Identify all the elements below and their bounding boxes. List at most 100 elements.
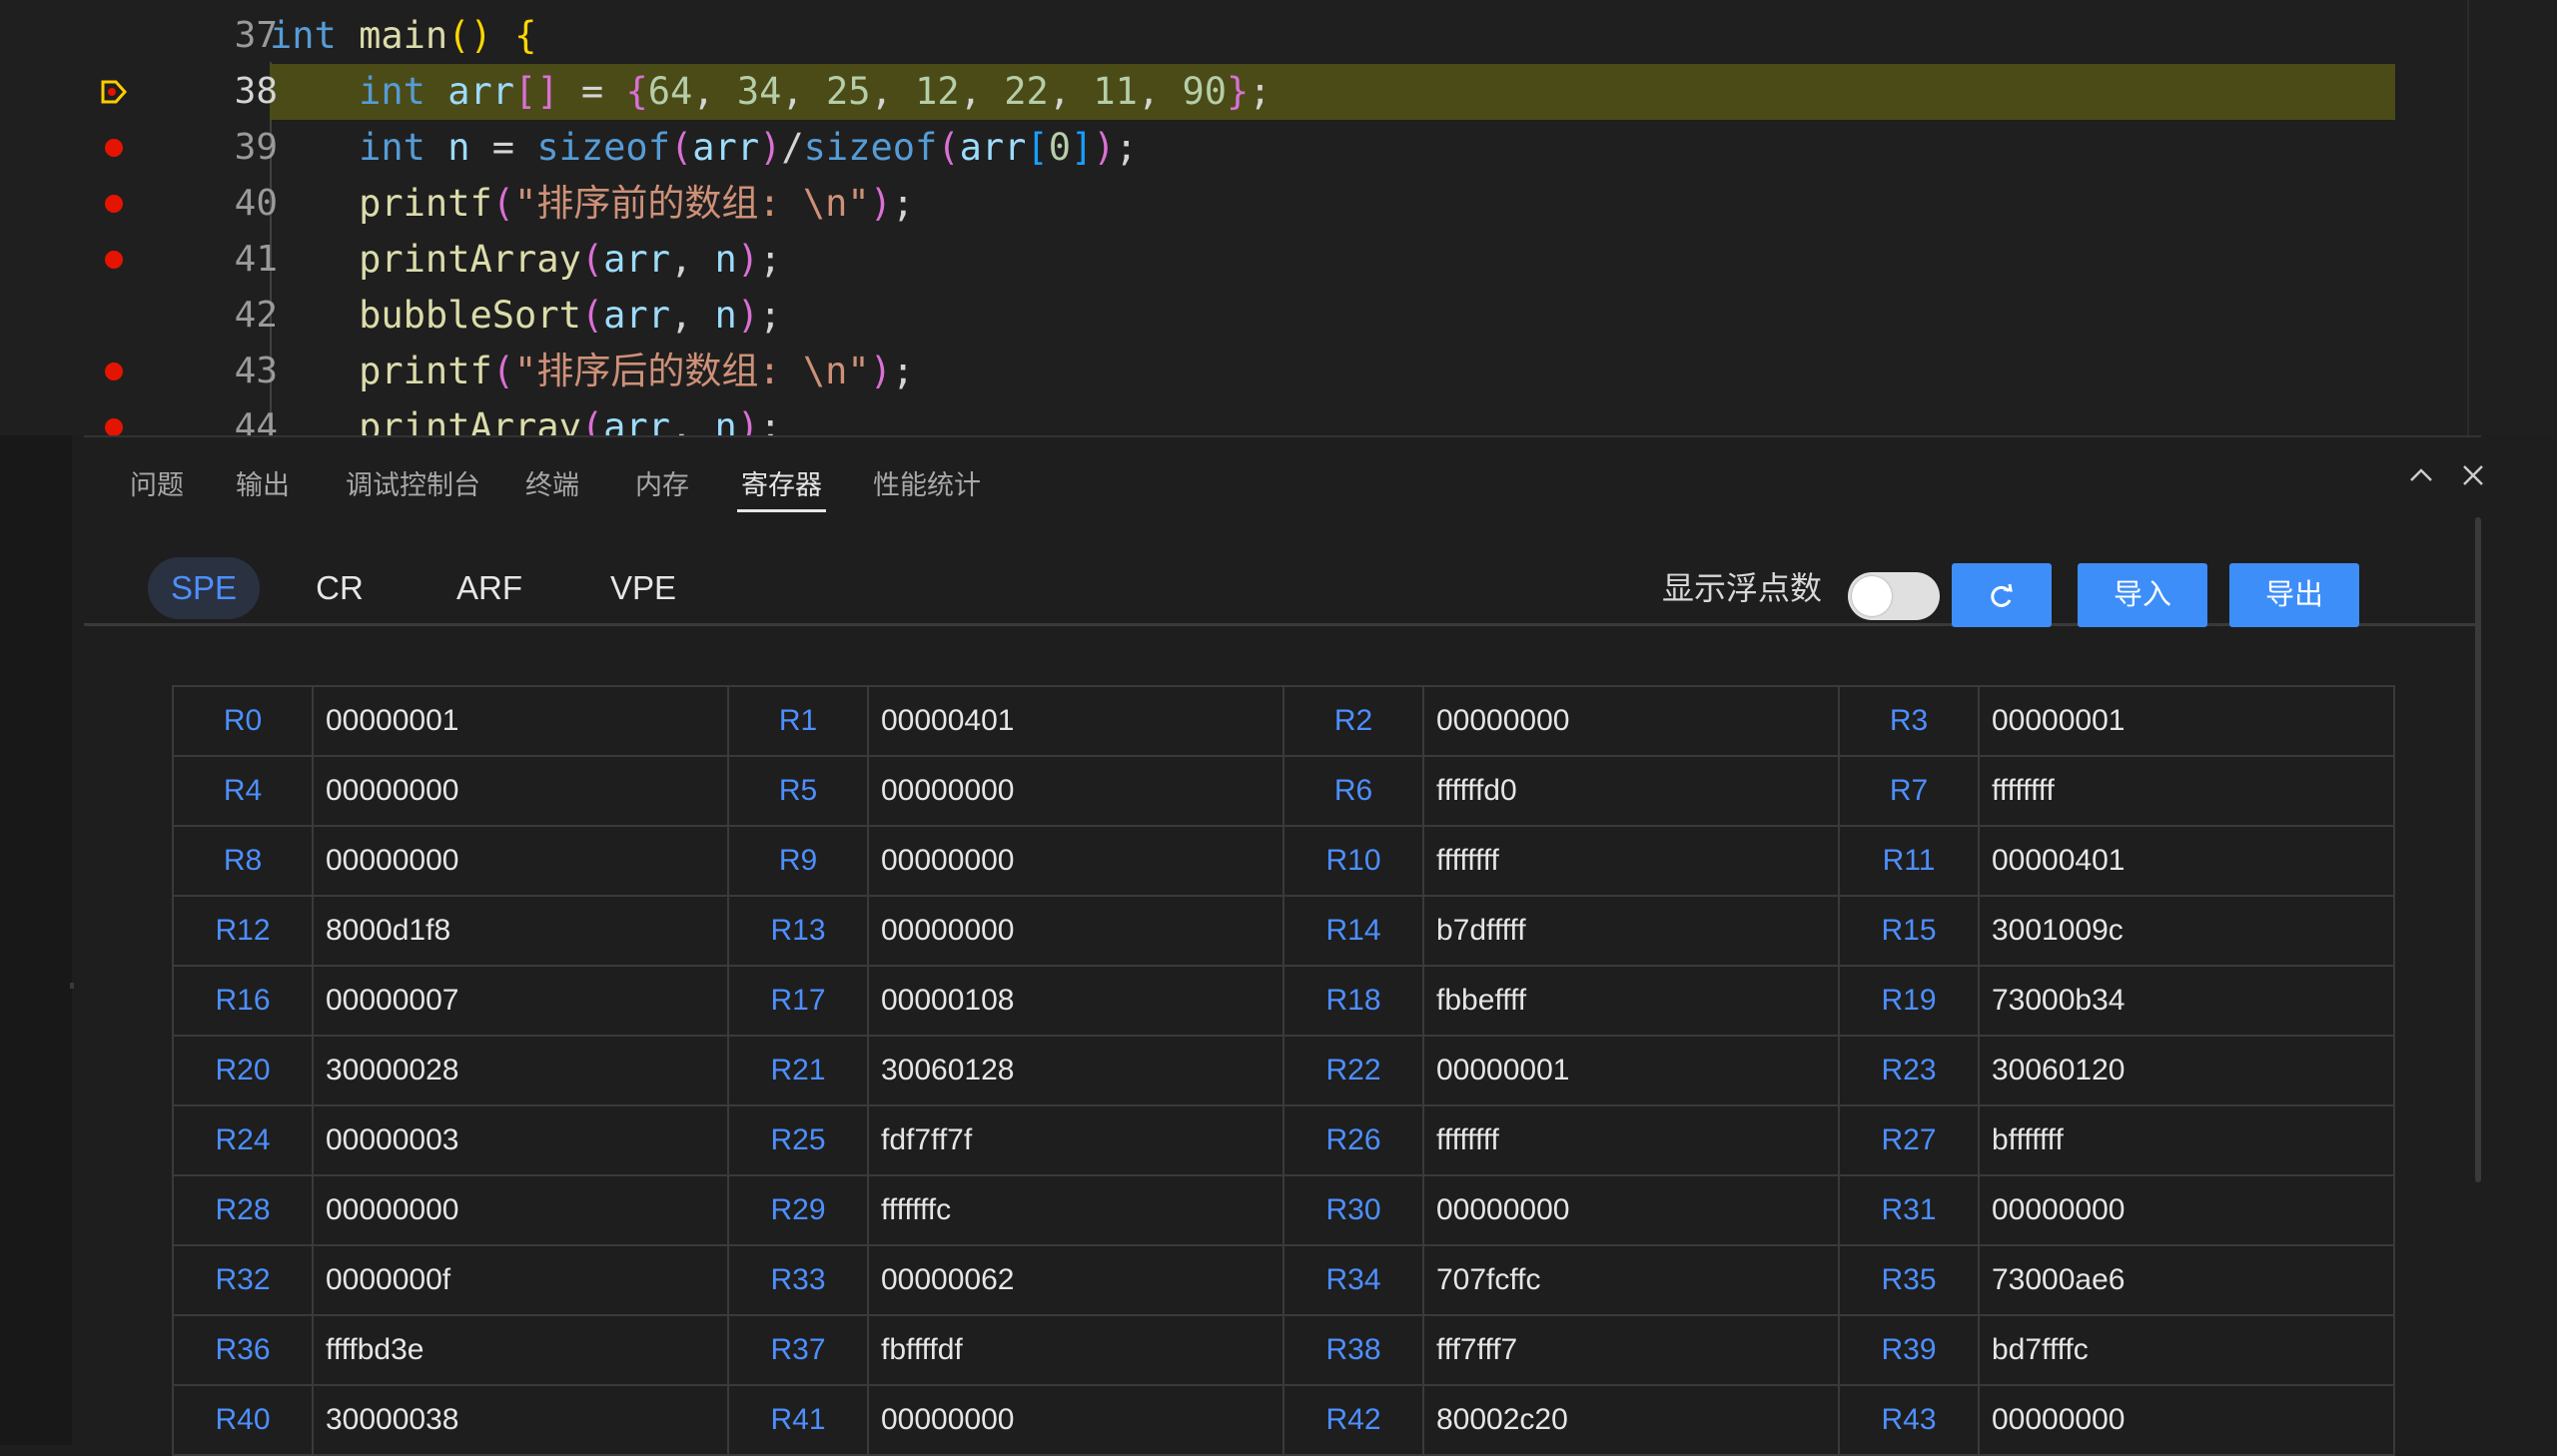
breakpoint-icon[interactable] bbox=[100, 246, 128, 274]
register-value[interactable]: b7dfffff bbox=[1422, 895, 1840, 967]
code-line[interactable]: 38 int arr[] = {64, 34, 25, 12, 22, 11, … bbox=[84, 64, 2461, 120]
register-row: R0 00000001 R1 00000401 R2 00000000 R3 00000001 bbox=[172, 685, 2395, 757]
register-row: R16 00000007 R17 00000108 R18 fbbeffff R19 7300… bbox=[172, 965, 2395, 1037]
breakpoint-icon[interactable] bbox=[100, 190, 128, 218]
tab-registers[interactable]: 寄存器 bbox=[737, 463, 826, 512]
register-value[interactable]: 00000401 bbox=[1978, 825, 2395, 897]
register-value[interactable]: ffffffff bbox=[1422, 825, 1840, 897]
subtab-arf[interactable]: ARF bbox=[439, 557, 539, 619]
register-value[interactable]: 73000ae6 bbox=[1978, 1244, 2395, 1316]
register-row: R20 30000028 R21 30060128 R22 00000001 R23 3006… bbox=[172, 1035, 2395, 1106]
export-button[interactable]: 导出 bbox=[2229, 563, 2359, 627]
register-value[interactable]: fbffffdf bbox=[867, 1314, 1284, 1386]
code-editor[interactable]: 37 int main() {38 int arr[] = {64, 34, 25… bbox=[0, 0, 2557, 435]
code-line[interactable]: 41 printArray(arr, n); bbox=[84, 232, 2461, 288]
register-value[interactable]: 00000001 bbox=[312, 685, 729, 757]
register-value[interactable]: 8000d1f8 bbox=[312, 895, 729, 967]
register-name: R33 bbox=[727, 1244, 869, 1316]
register-value[interactable]: 30060120 bbox=[1978, 1035, 2395, 1106]
close-icon[interactable] bbox=[2453, 459, 2493, 499]
register-value[interactable]: 0000000f bbox=[312, 1244, 729, 1316]
register-value[interactable]: 00000000 bbox=[1978, 1174, 2395, 1246]
line-number: 38 bbox=[234, 71, 278, 112]
register-value[interactable]: 00000401 bbox=[867, 685, 1284, 757]
code-text: int main() { bbox=[270, 14, 537, 57]
register-value[interactable]: fff7fff7 bbox=[1422, 1314, 1840, 1386]
line-number: 42 bbox=[234, 295, 278, 336]
register-value[interactable]: ffffbd3e bbox=[312, 1314, 729, 1386]
register-value[interactable]: bd7ffffc bbox=[1978, 1314, 2395, 1386]
float-toggle[interactable] bbox=[1848, 572, 1940, 620]
register-name: R19 bbox=[1838, 965, 1980, 1037]
register-name: R5 bbox=[727, 755, 869, 827]
register-value[interactable]: ffffffff bbox=[1978, 755, 2395, 827]
register-value[interactable]: 00000000 bbox=[312, 1174, 729, 1246]
register-value[interactable]: 00000000 bbox=[1422, 685, 1840, 757]
register-value[interactable]: 00000000 bbox=[867, 895, 1284, 967]
register-value[interactable]: 00000000 bbox=[312, 755, 729, 827]
code-line[interactable]: 42 bubbleSort(arr, n); bbox=[84, 288, 2461, 344]
breakpoint-icon[interactable] bbox=[100, 358, 128, 385]
register-name: R2 bbox=[1282, 685, 1424, 757]
register-value[interactable]: 00000108 bbox=[867, 965, 1284, 1037]
subtab-cr[interactable]: CR bbox=[300, 557, 380, 619]
tab-memory[interactable]: 内存 bbox=[631, 463, 693, 507]
register-value[interactable]: 707fcffc bbox=[1422, 1244, 1840, 1316]
register-name: R15 bbox=[1838, 895, 1980, 967]
register-value[interactable]: ffffffff bbox=[1422, 1104, 1840, 1176]
register-value[interactable]: 00000007 bbox=[312, 965, 729, 1037]
register-value[interactable]: fbbeffff bbox=[1422, 965, 1840, 1037]
register-value[interactable]: bfffffff bbox=[1978, 1104, 2395, 1176]
register-name: R20 bbox=[172, 1035, 314, 1106]
register-value[interactable]: 00000003 bbox=[312, 1104, 729, 1176]
register-value[interactable]: fdf7ff7f bbox=[867, 1104, 1284, 1176]
register-name: R1 bbox=[727, 685, 869, 757]
debug-pointer-icon[interactable] bbox=[100, 78, 128, 106]
tab-performance[interactable]: 性能统计 bbox=[869, 463, 985, 507]
import-button[interactable]: 导入 bbox=[2078, 563, 2207, 627]
register-value[interactable]: 30060128 bbox=[867, 1035, 1284, 1106]
register-name: R29 bbox=[727, 1174, 869, 1246]
tab-terminal[interactable]: 终端 bbox=[521, 463, 583, 507]
register-name: R28 bbox=[172, 1174, 314, 1246]
register-value[interactable]: 00000000 bbox=[1422, 1174, 1840, 1246]
tab-problems[interactable]: 问题 bbox=[126, 463, 188, 507]
register-name: R25 bbox=[727, 1104, 869, 1176]
editor-scrollbar[interactable] bbox=[2467, 0, 2469, 435]
subtab-vpe[interactable]: VPE bbox=[593, 557, 693, 619]
breakpoint-icon[interactable] bbox=[100, 413, 128, 435]
panel-tabbar: 问题 输出 调试控制台 终端 内存 寄存器 性能统计 bbox=[84, 437, 2483, 527]
line-number: 40 bbox=[234, 183, 278, 224]
register-name: R9 bbox=[727, 825, 869, 897]
refresh-button[interactable] bbox=[1952, 563, 2052, 627]
register-value[interactable]: 00000000 bbox=[867, 825, 1284, 897]
register-value[interactable]: ffffffd0 bbox=[1422, 755, 1840, 827]
register-value[interactable]: fffffffc bbox=[867, 1174, 1284, 1246]
register-name: R18 bbox=[1282, 965, 1424, 1037]
register-value[interactable]: 00000062 bbox=[867, 1244, 1284, 1316]
register-name: R24 bbox=[172, 1104, 314, 1176]
register-value[interactable]: 00000001 bbox=[1978, 685, 2395, 757]
register-value[interactable]: 00000000 bbox=[867, 755, 1284, 827]
code-line[interactable]: 43 printf("排序后的数组: \n"); bbox=[84, 344, 2461, 399]
tab-debug-console[interactable]: 调试控制台 bbox=[342, 463, 484, 507]
panel-scrollbar[interactable] bbox=[2475, 517, 2481, 1182]
register-row: R36 ffffbd3e R37 fbffffdf R38 fff7fff7 R39 bd7f… bbox=[172, 1314, 2395, 1386]
register-value[interactable]: 30000028 bbox=[312, 1035, 729, 1106]
register-name: R17 bbox=[727, 965, 869, 1037]
code-line[interactable]: 39 int n = sizeof(arr)/sizeof(arr[0]); bbox=[84, 120, 2461, 176]
chevron-up-icon[interactable] bbox=[2401, 459, 2441, 499]
tab-output[interactable]: 输出 bbox=[232, 463, 294, 507]
subtab-spe[interactable]: SPE bbox=[148, 557, 260, 619]
register-value[interactable]: 00000001 bbox=[1422, 1035, 1840, 1106]
bottom-panel: 问题 输出 调试控制台 终端 内存 寄存器 性能统计 SPE CR ARF VP… bbox=[84, 435, 2483, 1456]
register-value[interactable]: 73000b34 bbox=[1978, 965, 2395, 1037]
code-line[interactable]: 37 int main() { bbox=[84, 8, 2461, 64]
register-value[interactable]: 00000000 bbox=[312, 825, 729, 897]
breakpoint-icon[interactable] bbox=[100, 134, 128, 162]
register-name: R12 bbox=[172, 895, 314, 967]
register-value[interactable]: 3001009c bbox=[1978, 895, 2395, 967]
register-name: R27 bbox=[1838, 1104, 1980, 1176]
code-line[interactable]: 40 printf("排序前的数组: \n"); bbox=[84, 176, 2461, 232]
code-line[interactable]: 44 printArray(arr, n); bbox=[84, 399, 2461, 435]
